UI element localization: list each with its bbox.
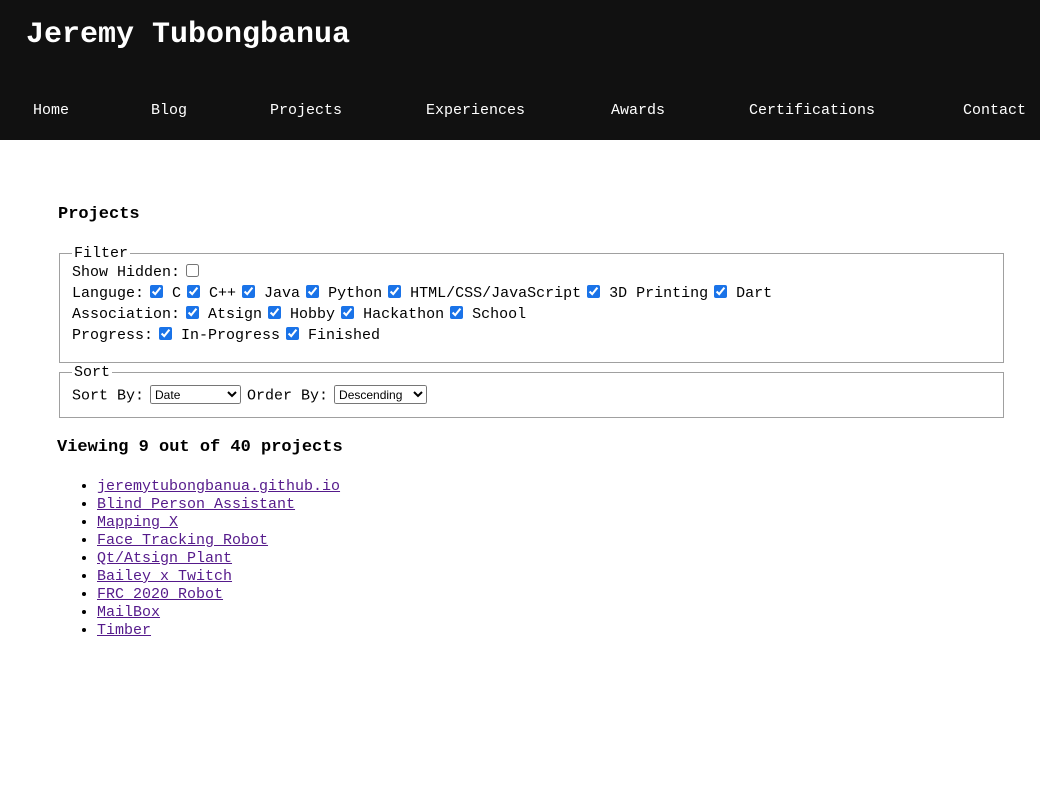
- list-item: Qt/Atsign Plant: [97, 550, 340, 568]
- show-hidden-label: Show Hidden:: [72, 264, 181, 281]
- assoc-school-checkbox[interactable]: [450, 306, 464, 319]
- progress-inprogress-label: In-Progress: [181, 327, 281, 344]
- lang-java-checkbox[interactable]: [242, 285, 256, 298]
- sort-by-select[interactable]: Date: [150, 385, 242, 404]
- lang-web-label: HTML/CSS/JavaScript: [410, 285, 582, 302]
- project-link[interactable]: MailBox: [97, 604, 160, 621]
- assoc-atsign-checkbox[interactable]: [186, 306, 200, 319]
- lang-3dprinting-label: 3D Printing: [609, 285, 709, 302]
- lang-dart-checkbox[interactable]: [714, 285, 728, 298]
- lang-cpp-checkbox[interactable]: [187, 285, 201, 298]
- assoc-school-label: School: [472, 306, 527, 323]
- nav-projects[interactable]: Projects: [270, 102, 342, 119]
- filter-legend: Filter: [74, 245, 129, 262]
- project-link[interactable]: jeremytubongbanua.github.io: [97, 478, 340, 495]
- list-item: Face Tracking Robot: [97, 532, 340, 550]
- lang-java-label: Java: [264, 285, 301, 302]
- lang-3dprinting-checkbox[interactable]: [587, 285, 601, 298]
- order-by-label: Order By:: [247, 387, 329, 405]
- progress-label: Progress:: [72, 327, 154, 344]
- list-item: Mapping X: [97, 514, 340, 532]
- progress-finished-checkbox[interactable]: [286, 327, 300, 340]
- lang-python-label: Python: [328, 285, 383, 302]
- nav-experiences[interactable]: Experiences: [426, 102, 525, 119]
- project-link[interactable]: Mapping X: [97, 514, 178, 531]
- progress-inprogress-checkbox[interactable]: [159, 327, 173, 340]
- show-hidden-checkbox[interactable]: [186, 264, 200, 277]
- nav-certifications[interactable]: Certifications: [749, 102, 875, 119]
- lang-web-checkbox[interactable]: [388, 285, 402, 298]
- project-list: jeremytubongbanua.github.io Blind Person…: [57, 478, 340, 640]
- sort-fieldset: Sort Sort By: Date Order By: Descending: [59, 364, 1004, 418]
- lang-python-checkbox[interactable]: [306, 285, 320, 298]
- sort-by-label: Sort By:: [72, 387, 145, 405]
- site-header: Jeremy Tubongbanua Home Blog Projects Ex…: [0, 0, 1040, 140]
- project-link[interactable]: Timber: [97, 622, 151, 639]
- site-title: Jeremy Tubongbanua: [26, 18, 351, 52]
- list-item: Timber: [97, 622, 340, 640]
- nav-blog[interactable]: Blog: [151, 102, 187, 119]
- sort-legend: Sort: [74, 364, 111, 381]
- filter-fieldset: Filter Show Hidden: Languge: C C++ Java Pyth…: [59, 245, 1004, 363]
- language-row: Languge: C C++ Java Python HTML/CSS/JavaScrip…: [72, 283, 991, 304]
- lang-dart-label: Dart: [736, 285, 773, 302]
- list-item: Bailey x Twitch: [97, 568, 340, 586]
- assoc-hackathon-checkbox[interactable]: [341, 306, 355, 319]
- association-row: Association: Atsign Hobby Hackathon School: [72, 304, 991, 325]
- list-item: Blind Person Assistant: [97, 496, 340, 514]
- progress-row: Progress: In-Progress Finished: [72, 325, 991, 346]
- assoc-hobby-checkbox[interactable]: [268, 306, 282, 319]
- association-label: Association:: [72, 306, 181, 323]
- project-link[interactable]: Qt/Atsign Plant: [97, 550, 232, 567]
- language-label: Languge:: [72, 285, 145, 302]
- list-item: MailBox: [97, 604, 340, 622]
- project-link[interactable]: Face Tracking Robot: [97, 532, 268, 549]
- lang-c-label: C: [172, 285, 182, 302]
- project-link[interactable]: Bailey x Twitch: [97, 568, 232, 585]
- list-item: FRC 2020 Robot: [97, 586, 340, 604]
- main-nav: Home Blog Projects Experiences Awards Ce…: [0, 102, 1040, 128]
- nav-contact[interactable]: Contact: [963, 102, 1026, 119]
- nav-home[interactable]: Home: [33, 102, 69, 119]
- assoc-atsign-label: Atsign: [208, 306, 263, 323]
- results-count: Viewing 9 out of 40 projects: [57, 438, 343, 457]
- lang-c-checkbox[interactable]: [150, 285, 164, 298]
- nav-awards[interactable]: Awards: [611, 102, 665, 119]
- list-item: jeremytubongbanua.github.io: [97, 478, 340, 496]
- show-hidden-row: Show Hidden:: [72, 262, 991, 283]
- project-link[interactable]: FRC 2020 Robot: [97, 586, 223, 603]
- project-link[interactable]: Blind Person Assistant: [97, 496, 295, 513]
- assoc-hackathon-label: Hackathon: [363, 306, 445, 323]
- assoc-hobby-label: Hobby: [290, 306, 336, 323]
- lang-cpp-label: C++: [209, 285, 237, 302]
- sort-row: Sort By: Date Order By: Descending: [72, 385, 991, 406]
- order-by-select[interactable]: Descending: [334, 385, 428, 404]
- progress-finished-label: Finished: [308, 327, 381, 344]
- page-title: Projects: [58, 205, 140, 224]
